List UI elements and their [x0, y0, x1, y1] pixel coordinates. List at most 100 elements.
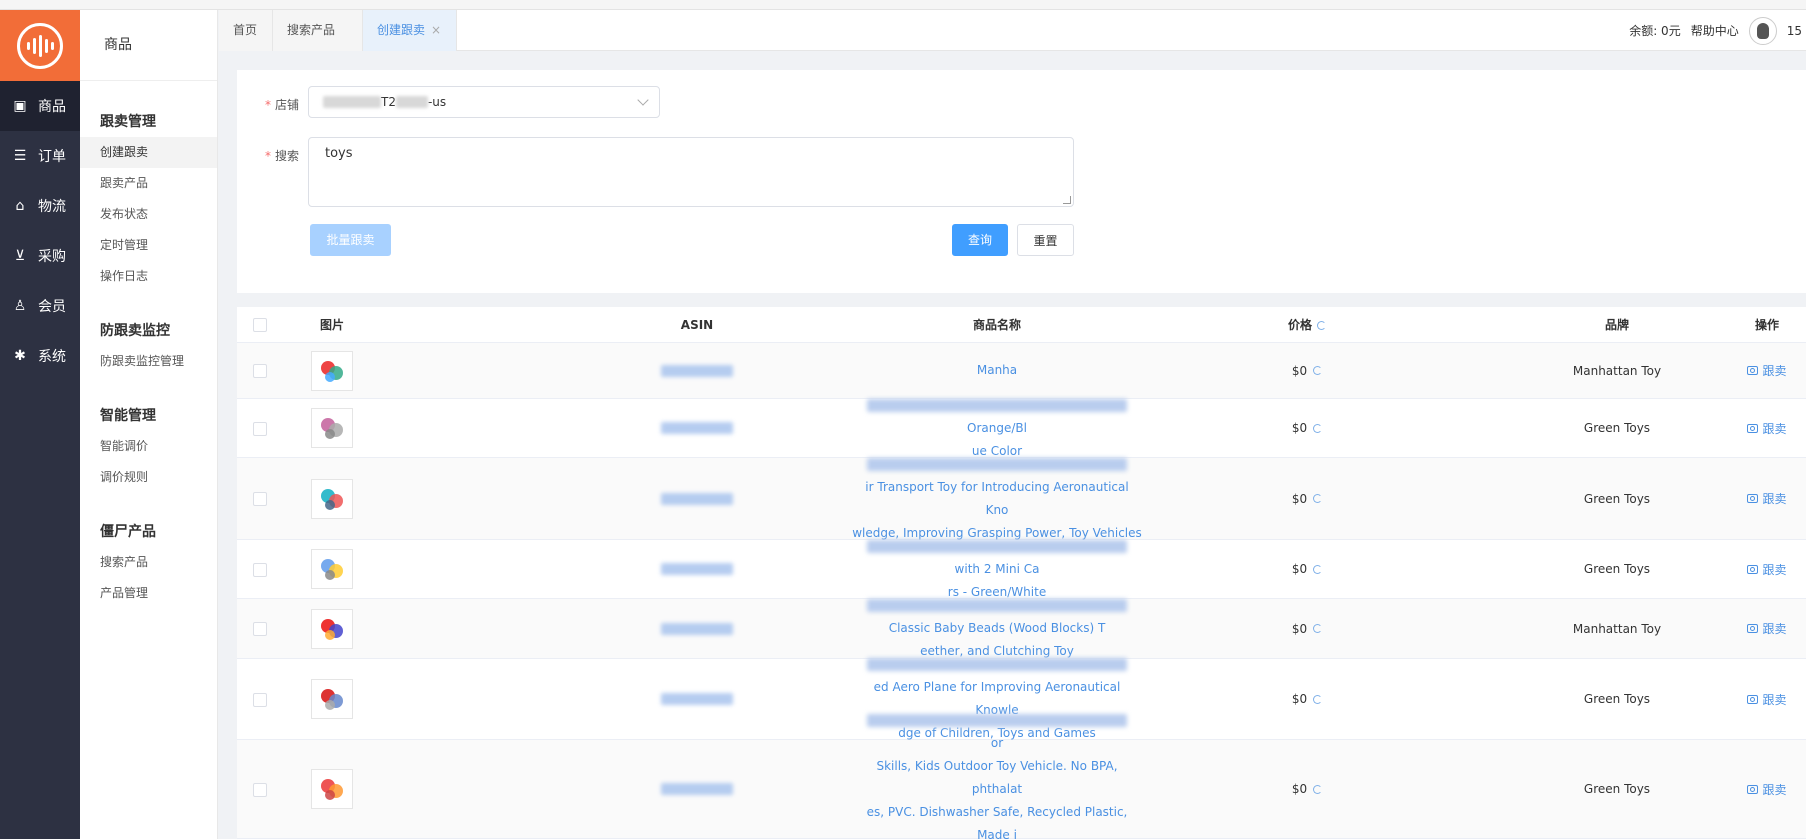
- redacted-text: [867, 457, 1127, 471]
- submenu-title: 商品: [80, 10, 217, 81]
- price-cell: $0: [1267, 659, 1347, 739]
- close-icon[interactable]: ×: [431, 23, 441, 37]
- table-row: or Skills, Kids Outdoor Toy Vehicle. No B…: [237, 713, 1806, 839]
- row-checkbox[interactable]: [253, 692, 267, 707]
- select-all-checkbox[interactable]: [253, 318, 267, 332]
- product-thumbnail[interactable]: [311, 769, 353, 809]
- submenu-item[interactable]: 搜索产品: [80, 547, 217, 578]
- row-checkbox[interactable]: [253, 782, 267, 797]
- nav-label: 系统: [38, 349, 66, 365]
- follow-sell-button[interactable]: 跟卖: [1747, 490, 1787, 507]
- follow-sell-button[interactable]: 跟卖: [1747, 362, 1787, 379]
- product-name-link[interactable]: ir Transport Toy for Introducing Aeronau…: [852, 453, 1142, 545]
- group-title: 智能管理: [100, 408, 156, 424]
- submenu-item[interactable]: 调价规则: [80, 462, 217, 493]
- submenu-item-create[interactable]: 创建跟卖: [80, 137, 217, 168]
- sync-icon[interactable]: [1313, 564, 1323, 574]
- search-input[interactable]: toys: [308, 137, 1074, 207]
- avatar[interactable]: [1748, 16, 1777, 45]
- follow-sell-button[interactable]: 跟卖: [1747, 781, 1787, 798]
- follow-sell-button[interactable]: 跟卖: [1747, 691, 1787, 708]
- product-thumbnail[interactable]: [311, 408, 353, 448]
- submenu-item[interactable]: 产品管理: [80, 578, 217, 609]
- follow-sell-label: 跟卖: [1762, 692, 1787, 707]
- sync-icon[interactable]: [1313, 366, 1323, 375]
- header-image: 图片: [319, 318, 344, 332]
- sync-icon[interactable]: [1313, 494, 1323, 503]
- header-price[interactable]: 价格: [1267, 307, 1347, 343]
- submenu-item[interactable]: 操作日志: [80, 261, 217, 292]
- submenu-item[interactable]: 定时管理: [80, 230, 217, 261]
- submenu-item[interactable]: 防跟卖监控管理: [80, 346, 217, 377]
- follow-sell-button[interactable]: 跟卖: [1747, 620, 1787, 637]
- browser-strip: [0, 0, 1806, 10]
- brand-cell: Green Toys: [1583, 491, 1651, 506]
- follow-sell-button[interactable]: 跟卖: [1747, 420, 1787, 437]
- row-checkbox[interactable]: [253, 562, 267, 577]
- product-thumbnail[interactable]: [311, 679, 353, 719]
- store-select[interactable]: T2 -us: [308, 86, 660, 118]
- asin-cell[interactable]: [657, 540, 737, 598]
- image-cell: [292, 343, 372, 398]
- nav-item-system[interactable]: ✱ 系统: [0, 331, 80, 381]
- asin-cell[interactable]: [657, 399, 737, 457]
- nav-item-products[interactable]: ▣ 商品: [0, 81, 80, 131]
- resize-handle-icon[interactable]: [1063, 196, 1071, 204]
- submenu-item[interactable]: 跟卖产品: [80, 168, 217, 199]
- action-cell: 跟卖: [1727, 740, 1806, 838]
- row-checkbox[interactable]: [253, 622, 267, 636]
- image-cell: [292, 458, 372, 539]
- redacted-text: [867, 398, 1127, 412]
- table-header: 图片 ASIN 商品名称 价格 品牌 操作: [237, 307, 1806, 343]
- brand-cell: Green Toys: [1583, 692, 1651, 706]
- submenu-item[interactable]: 发布状态: [80, 199, 217, 230]
- product-thumbnail[interactable]: [311, 350, 353, 391]
- redacted-asin: [661, 783, 733, 795]
- tab-search-products[interactable]: 搜索产品: [273, 10, 363, 51]
- follow-sell-label: 跟卖: [1762, 421, 1787, 436]
- top-right-area: 余额: 0元 帮助中心 15: [1629, 10, 1806, 51]
- nav-item-members[interactable]: ♙ 会员: [0, 281, 80, 331]
- tab-create-listing[interactable]: 创建跟卖 ×: [363, 10, 457, 51]
- submenu-item[interactable]: 智能调价: [80, 431, 217, 462]
- app-logo[interactable]: [0, 10, 80, 81]
- follow-sell-label: 跟卖: [1762, 622, 1787, 636]
- price-value: $0: [1291, 562, 1308, 576]
- query-button[interactable]: 查询: [952, 224, 1008, 256]
- header-action: 操作: [1754, 318, 1779, 332]
- asin-cell[interactable]: [657, 740, 737, 838]
- row-checkbox[interactable]: [253, 364, 267, 378]
- sync-icon[interactable]: [1313, 423, 1323, 433]
- batch-listing-button[interactable]: 批量跟卖: [310, 224, 391, 256]
- product-name-link[interactable]: Manha: [852, 359, 1142, 382]
- follow-sell-button[interactable]: 跟卖: [1747, 561, 1787, 578]
- row-checkbox[interactable]: [253, 421, 267, 436]
- table-row: Classic Baby Beads (Wood Blocks) Teether…: [237, 599, 1806, 659]
- group-title: 跟卖管理: [100, 114, 156, 130]
- sync-icon[interactable]: [1313, 624, 1323, 633]
- sync-icon[interactable]: [1317, 320, 1326, 330]
- help-center-link[interactable]: 帮助中心: [1691, 22, 1739, 39]
- action-cell: 跟卖: [1727, 343, 1806, 398]
- tab-label: 首页: [233, 23, 258, 37]
- sync-icon[interactable]: [1313, 694, 1323, 704]
- product-thumbnail[interactable]: [311, 549, 353, 589]
- row-checkbox[interactable]: [253, 492, 267, 506]
- product-thumbnail[interactable]: [311, 478, 353, 519]
- product-thumbnail[interactable]: [311, 608, 353, 649]
- asin-cell[interactable]: [657, 599, 737, 658]
- nav-item-logistics[interactable]: ⌂ 物流: [0, 181, 80, 231]
- nav-item-orders[interactable]: ☰ 订单: [0, 131, 80, 181]
- tab-home[interactable]: 首页: [219, 10, 273, 51]
- price-cell: $0: [1267, 599, 1347, 658]
- nav-item-purchase[interactable]: ⊻ 采购: [0, 231, 80, 281]
- asin-cell[interactable]: [657, 659, 737, 739]
- asin-cell[interactable]: [657, 458, 737, 539]
- product-name-link[interactable]: or Skills, Kids Outdoor Toy Vehicle. No B…: [852, 709, 1142, 839]
- results-table: 图片 ASIN 商品名称 价格 品牌 操作 Manha $0 Manhattan T…: [237, 307, 1806, 839]
- user-name[interactable]: 15: [1787, 24, 1802, 38]
- nav-label: 商品: [38, 99, 66, 115]
- reset-button[interactable]: 重置: [1017, 224, 1074, 256]
- asin-cell[interactable]: [657, 343, 737, 398]
- sync-icon[interactable]: [1313, 784, 1323, 794]
